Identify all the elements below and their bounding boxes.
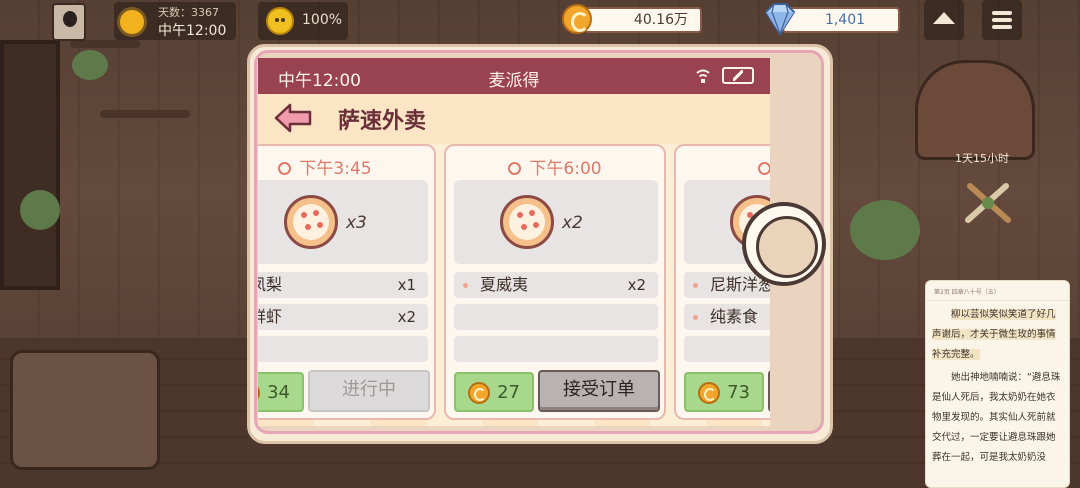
reader-paragraph: 柳以芸似笑似笑道了好几声谢后，才关于微生玫的事情补充完整。 bbox=[932, 309, 1056, 360]
game-clock: 中午12:00 bbox=[158, 23, 227, 39]
scene-plant bbox=[20, 190, 60, 230]
main-menu-button[interactable] bbox=[982, 0, 1022, 40]
coin-balance[interactable]: 40.16万 bbox=[562, 4, 702, 34]
menu-bar bbox=[992, 25, 1012, 29]
reader-paragraph: 她出神地喃喃说：“避息珠是仙人死后，我太奶奶在她衣物里发现的。其实仙人死前就交代… bbox=[932, 372, 1061, 463]
order-card[interactable]: 下午6:00 x2 夏威夷 x2 27 接受订单 bbox=[444, 144, 666, 420]
day-time-panel: 天数：3367 中午12:00 bbox=[114, 2, 236, 40]
scene-window bbox=[0, 40, 60, 290]
player-avatar[interactable] bbox=[52, 3, 86, 41]
topping-row: 夏威夷 x2 bbox=[454, 272, 658, 298]
pizza-order-box: x3 bbox=[258, 180, 428, 264]
scene-shelf bbox=[100, 110, 190, 118]
order-card-list[interactable]: 下午3:45 x3 凤梨x1 鲜虾x2 34 进行中 bbox=[258, 144, 770, 426]
gem-balance[interactable]: 1,401 bbox=[760, 3, 900, 36]
topping-row bbox=[684, 336, 770, 362]
pizza-icon bbox=[284, 195, 338, 249]
mood-panel: 100% bbox=[258, 2, 348, 40]
reward-amount: 73 bbox=[727, 382, 750, 403]
reward-amount: 34 bbox=[267, 382, 290, 403]
clock-icon bbox=[508, 162, 522, 175]
phone-status-bar: 中午12:00 麦派得 bbox=[258, 58, 770, 94]
clock-icon bbox=[757, 162, 770, 175]
order-card[interactable]: 下午3:45 x3 凤梨x1 鲜虾x2 34 进行中 bbox=[258, 144, 436, 420]
pizza-quantity: x3 bbox=[346, 213, 367, 233]
coin-icon bbox=[468, 382, 490, 404]
in-progress-button: 进行中 bbox=[308, 370, 430, 412]
crossed-tools-icon[interactable] bbox=[958, 178, 1018, 228]
battery-charging-icon bbox=[722, 67, 754, 84]
oven-timer-label: 1天15小时 bbox=[955, 152, 1009, 165]
accept-order-button[interactable] bbox=[768, 370, 770, 412]
scene-oven bbox=[915, 60, 1035, 160]
day-counter: 天数：3367 bbox=[158, 6, 219, 19]
scene-shelf bbox=[70, 40, 140, 48]
pizza-icon bbox=[500, 195, 554, 249]
coin-icon bbox=[698, 382, 720, 404]
scene-typewriter bbox=[10, 350, 160, 470]
collapse-hud-button[interactable] bbox=[924, 0, 964, 40]
sun-icon bbox=[120, 10, 144, 34]
topping-row bbox=[454, 304, 658, 330]
clock-icon bbox=[278, 162, 292, 175]
order-time: 下午 bbox=[676, 154, 770, 179]
scene-plant bbox=[72, 50, 108, 80]
order-time: 下午3:45 bbox=[258, 154, 434, 179]
signal-icon bbox=[696, 69, 710, 83]
mood-percent: 100% bbox=[302, 12, 343, 28]
novel-reader-overlay[interactable]: 第2页 四章八十号（五） 柳以芸似笑似笑道了好几声谢后，才关于微生玫的事情补充完… bbox=[925, 280, 1070, 488]
app-header: 萨速外卖 bbox=[258, 94, 770, 144]
accept-order-button[interactable]: 接受订单 bbox=[538, 370, 660, 412]
topping-row: 鲜虾x2 bbox=[258, 304, 428, 330]
diamond-icon bbox=[764, 3, 796, 36]
coin-icon bbox=[562, 4, 592, 34]
smiley-face-icon bbox=[266, 7, 294, 35]
coin-amount: 40.16万 bbox=[584, 7, 702, 33]
phone-screen: 中午12:00 麦派得 萨速外卖 下午3:45 x3 梨 x1 虾 x2 34 … bbox=[258, 58, 770, 426]
reward-badge: 27 bbox=[454, 372, 534, 412]
topping-row bbox=[454, 336, 658, 362]
reward-amount: 27 bbox=[497, 382, 520, 403]
app-title: 麦派得 bbox=[488, 71, 540, 91]
reward-badge: 73 bbox=[684, 372, 764, 412]
topping-row: 纯素食 bbox=[684, 304, 770, 330]
page-heading: 萨速外卖 bbox=[338, 109, 427, 134]
menu-bar bbox=[992, 18, 1012, 22]
topping-row: 凤梨x1 bbox=[258, 272, 428, 298]
back-arrow-icon[interactable] bbox=[274, 103, 312, 133]
order-time: 下午6:00 bbox=[446, 154, 664, 179]
reward-badge: 34 bbox=[258, 372, 304, 412]
reader-header: 第2页 四章八十号（五） bbox=[926, 281, 1069, 301]
order-card[interactable]: 下午 尼斯洋葱 纯素食 73 bbox=[674, 144, 770, 420]
pizza-quantity: x2 bbox=[562, 213, 583, 233]
scene-plant bbox=[850, 200, 920, 260]
pizza-order-box: x2 bbox=[454, 180, 658, 264]
topping-row bbox=[258, 336, 428, 362]
coin-icon bbox=[258, 382, 260, 404]
phone-home-button[interactable] bbox=[742, 202, 826, 286]
menu-bar bbox=[992, 11, 1012, 15]
